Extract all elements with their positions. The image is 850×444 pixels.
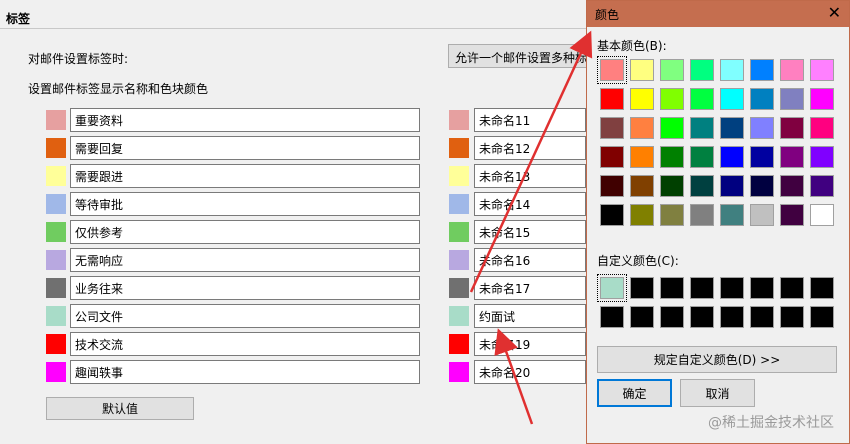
watermark: @稀土掘金技术社区 xyxy=(708,415,834,431)
annotation-arrows xyxy=(469,30,593,425)
arrow-to-swatch-icon xyxy=(469,30,593,293)
arrow-to-tag-field-icon xyxy=(494,328,534,425)
